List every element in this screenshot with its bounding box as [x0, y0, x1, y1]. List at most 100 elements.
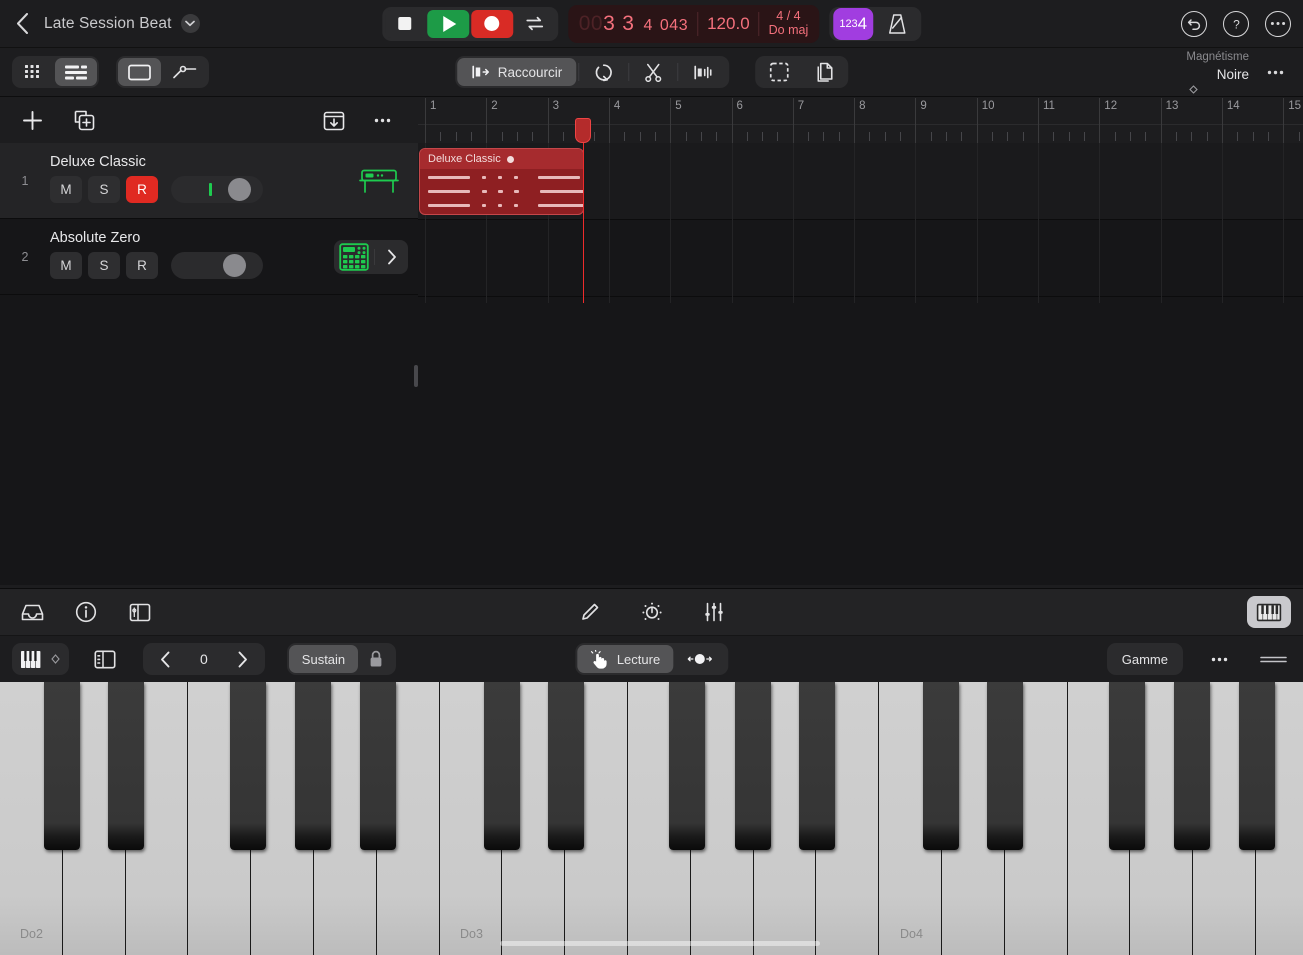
- chevron-down-icon[interactable]: [180, 14, 200, 33]
- playhead[interactable]: [583, 143, 585, 303]
- piano-black-key[interactable]: [1109, 682, 1146, 850]
- knob-icon[interactable]: [634, 596, 670, 628]
- volume-knob[interactable]: [223, 254, 246, 277]
- plus-icon[interactable]: [14, 105, 50, 137]
- record-button[interactable]: [470, 9, 513, 38]
- lcd-tempo: 120.0: [707, 13, 750, 33]
- record-button[interactable]: R: [126, 252, 158, 279]
- play-mode-button[interactable]: Lecture: [576, 645, 674, 673]
- region-view-icon[interactable]: [118, 58, 161, 86]
- timeline-ruler[interactable]: 1 2 3 4 5 6 7 8 9 10 11 12 13 14 15: [418, 98, 1303, 143]
- duplicate-icon[interactable]: [803, 58, 846, 86]
- piano-black-key[interactable]: [547, 682, 584, 850]
- track-row[interactable]: 2 Absolute Zero M S R: [0, 219, 418, 295]
- piano-black-key[interactable]: [43, 682, 80, 850]
- piano-keyboard[interactable]: Do2 Do3 Do4: [0, 682, 1303, 955]
- piano-black-key[interactable]: [734, 682, 771, 850]
- octave-up-button[interactable]: [222, 645, 263, 673]
- record-button[interactable]: R: [126, 176, 158, 203]
- ruler-bar-line: [670, 98, 672, 143]
- mute-button[interactable]: M: [50, 252, 82, 279]
- lock-icon[interactable]: [358, 645, 394, 673]
- lcd-key: Do maj: [768, 22, 809, 37]
- piano-scroll-indicator[interactable]: [500, 941, 820, 946]
- tap-hand-icon: [590, 649, 607, 669]
- piano-black-key[interactable]: [359, 682, 396, 850]
- split-view-handle[interactable]: [414, 365, 418, 387]
- top-toolbar: Late Session Beat 00 3 3 4 043 120.0 4 /…: [0, 0, 1303, 48]
- volume-slider[interactable]: [171, 176, 263, 203]
- piano-black-key[interactable]: [1174, 682, 1211, 850]
- pencil-icon[interactable]: [572, 596, 608, 628]
- fade-tool[interactable]: [680, 58, 727, 86]
- scissors-icon: [645, 63, 662, 82]
- playhead-flag[interactable]: [575, 118, 591, 143]
- browser-grid-icon[interactable]: [14, 58, 53, 86]
- glissando-icon[interactable]: [673, 645, 726, 673]
- keyboard-toggle-button[interactable]: [1247, 596, 1291, 628]
- octave-down-button[interactable]: [145, 645, 186, 673]
- track-lane-2[interactable]: [418, 220, 1303, 296]
- play-button[interactable]: [426, 9, 469, 38]
- tracks-view-icon[interactable]: [55, 58, 97, 86]
- volume-knob[interactable]: [228, 178, 251, 201]
- toolbar-more-icon[interactable]: [1257, 56, 1293, 88]
- lcd-time-signature: 4 / 4: [776, 9, 801, 23]
- track-name[interactable]: Absolute Zero: [50, 230, 324, 246]
- metronome-button[interactable]: [877, 8, 917, 40]
- piano-black-key[interactable]: [483, 682, 520, 850]
- stop-button[interactable]: [384, 9, 425, 38]
- piano-black-key[interactable]: [295, 682, 332, 850]
- drag-handle-icon[interactable]: [1255, 643, 1291, 675]
- drum-machine-icon[interactable]: [334, 242, 374, 271]
- piano-black-key[interactable]: [799, 682, 836, 850]
- ruler-bar-number: 13: [1165, 100, 1179, 112]
- shorten-tool[interactable]: Raccourcir: [456, 58, 577, 86]
- snap-settings[interactable]: Magnétisme Noire: [1186, 50, 1249, 94]
- back-button[interactable]: [0, 13, 44, 34]
- more-icon[interactable]: [1265, 10, 1291, 37]
- count-in-button[interactable]: 123 4: [833, 7, 874, 40]
- duplicate-track-icon[interactable]: [66, 105, 102, 137]
- automation-icon[interactable]: [163, 58, 207, 86]
- ruler-tick: [1083, 132, 1085, 141]
- split-layout-icon[interactable]: [87, 643, 123, 675]
- piano-black-key[interactable]: [923, 682, 960, 850]
- track-more-icon[interactable]: [364, 105, 400, 137]
- import-icon[interactable]: [316, 105, 352, 137]
- cycle-button[interactable]: [515, 10, 555, 38]
- solo-button[interactable]: S: [88, 252, 120, 279]
- loop-tool[interactable]: [581, 58, 626, 86]
- info-icon[interactable]: [68, 596, 104, 628]
- arrange-canvas[interactable]: Deluxe Classic: [418, 143, 1303, 585]
- piano-black-key[interactable]: [669, 682, 706, 850]
- mute-button[interactable]: M: [50, 176, 82, 203]
- tool-divider-1: [578, 63, 580, 81]
- sliders-icon[interactable]: [696, 596, 732, 628]
- keyboard-instrument-icon[interactable]: [357, 165, 401, 197]
- piano-black-key[interactable]: [229, 682, 266, 850]
- solo-button[interactable]: S: [88, 176, 120, 203]
- sustain-button[interactable]: Sustain: [288, 645, 359, 673]
- track-row[interactable]: 1 Deluxe Classic M S R: [0, 143, 418, 219]
- panel-icon[interactable]: [122, 596, 158, 628]
- midi-region[interactable]: Deluxe Classic: [419, 148, 585, 215]
- undo-icon[interactable]: [1181, 10, 1207, 37]
- count-metronome-group: 123 4: [829, 6, 922, 41]
- piano-black-key[interactable]: [987, 682, 1024, 850]
- lcd-display[interactable]: 00 3 3 4 043 120.0 4 / 4 Do maj: [567, 4, 820, 43]
- help-icon[interactable]: ?: [1223, 10, 1249, 37]
- piano-black-key[interactable]: [108, 682, 145, 850]
- track-name[interactable]: Deluxe Classic: [50, 154, 347, 170]
- scissors-tool[interactable]: [631, 58, 675, 86]
- scale-button[interactable]: Gamme: [1106, 643, 1183, 675]
- piano-black-key[interactable]: [1239, 682, 1276, 850]
- project-title-group[interactable]: Late Session Beat: [44, 14, 200, 33]
- chevron-right-icon[interactable]: [374, 248, 408, 265]
- keyboard-more-icon[interactable]: [1201, 643, 1237, 675]
- instrument-selector[interactable]: [12, 643, 69, 675]
- library-icon[interactable]: [14, 596, 50, 628]
- marquee-select-icon[interactable]: [757, 58, 801, 86]
- volume-slider[interactable]: [171, 252, 263, 279]
- snap-value-group[interactable]: Noire: [1186, 65, 1249, 94]
